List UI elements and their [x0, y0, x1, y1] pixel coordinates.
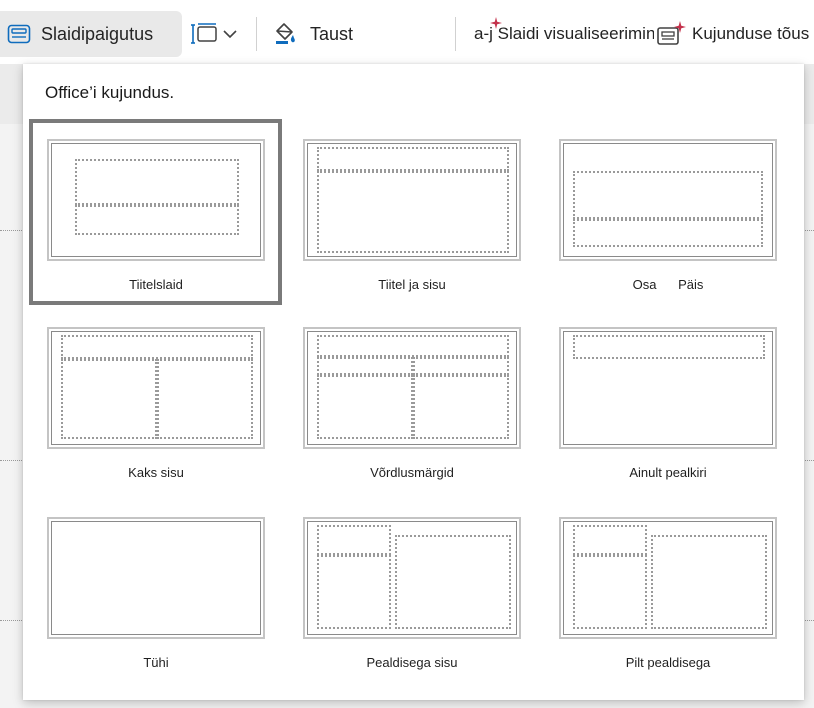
slide-thumbnail-edge	[805, 460, 814, 461]
title-placeholder	[75, 159, 239, 205]
slide-thumbnail-edge	[805, 620, 814, 621]
layout-picture-with-caption[interactable]: Pilt pealdisega	[559, 517, 777, 677]
title-placeholder	[317, 525, 391, 555]
slide-visualize-label: a-j Slaidi visualiseerimine	[474, 24, 662, 43]
title-placeholder	[573, 525, 647, 555]
layout-thumbnail	[303, 139, 521, 261]
toolbar-separator	[455, 17, 456, 51]
slide-layout-icon	[7, 24, 31, 44]
layout-thumbnail	[559, 327, 777, 449]
layout-caption: Pilt pealdisega	[625, 655, 711, 670]
layout-gallery-panel: Office’i kujundus. Tiitelslaid Tiitel ja…	[23, 64, 804, 700]
text-placeholder	[573, 219, 763, 247]
layout-comparison[interactable]: Võrdlusmärgid	[303, 327, 521, 487]
slide-layout-label: Slaidipaigutus	[41, 23, 154, 44]
layout-thumbnail	[559, 139, 777, 261]
layout-caption: Võrdlusmärgid	[370, 465, 454, 480]
layout-content-with-caption[interactable]: Pealdisega sisu	[303, 517, 521, 677]
layout-caption: Osa Päis	[632, 277, 704, 292]
layout-caption: Tühi	[143, 655, 169, 670]
sparkle-text-icon	[490, 17, 502, 29]
heading-right-placeholder	[413, 357, 509, 375]
layout-thumbnail	[303, 327, 521, 449]
layout-thumbnail	[47, 139, 265, 261]
content-right-placeholder	[413, 375, 509, 439]
layout-two-content[interactable]: Kaks sisu	[47, 327, 265, 487]
layout-caption: Pealdisega sisu	[366, 655, 458, 670]
content-right-placeholder	[157, 359, 253, 439]
caption-placeholder	[317, 555, 391, 629]
picture-placeholder	[651, 535, 767, 629]
slide-thumbnail-edge	[0, 460, 22, 461]
heading-left-placeholder	[317, 357, 413, 375]
paint-bucket-icon	[272, 22, 298, 46]
content-left-placeholder	[61, 359, 157, 439]
layout-caption: Tiitel ja sisu	[378, 277, 446, 292]
layout-caption: Tiitelslaid	[129, 277, 183, 292]
layout-thumbnail	[47, 517, 265, 639]
layout-caption: Ainult pealkiri	[629, 465, 707, 480]
layout-section-header[interactable]: Osa Päis	[559, 139, 777, 299]
title-placeholder	[573, 171, 763, 219]
subtitle-placeholder	[75, 205, 239, 235]
gallery-section-title: Office’i kujundus.	[45, 83, 175, 102]
background-label: Taust	[310, 23, 354, 44]
layout-blank[interactable]: Tühi	[47, 517, 265, 677]
slide-size-icon	[190, 22, 218, 46]
content-left-placeholder	[317, 375, 413, 439]
layout-thumbnail	[559, 517, 777, 639]
chevron-down-icon	[222, 28, 238, 40]
designer-label: Kujunduse tõus	[692, 24, 810, 43]
layout-title-only[interactable]: Ainult pealkiri	[559, 327, 777, 487]
caption-placeholder	[573, 555, 647, 629]
title-placeholder	[61, 335, 253, 359]
ribbon-toolbar: Slaidipaigutus Taust a-j Slaidi visualis…	[0, 0, 814, 64]
slide-size-button[interactable]	[190, 11, 246, 57]
layout-title-and-content[interactable]: Tiitel ja sisu	[303, 139, 521, 299]
toolbar-separator	[256, 17, 257, 51]
slide-visualize-button[interactable]: a-j Slaidi visualiseerimine	[470, 11, 662, 57]
content-placeholder	[317, 171, 509, 253]
designer-button[interactable]: Kujunduse tõus	[654, 11, 810, 57]
layout-title-slide[interactable]: Tiitelslaid	[29, 119, 282, 305]
title-placeholder	[317, 147, 509, 171]
title-placeholder	[573, 335, 765, 359]
slide-thumbnail-edge	[805, 230, 814, 231]
layout-thumbnail	[47, 327, 265, 449]
title-placeholder	[317, 335, 509, 357]
content-placeholder	[395, 535, 511, 629]
layout-thumbnail	[303, 517, 521, 639]
slide-thumbnail-edge	[0, 230, 22, 231]
layout-caption: Kaks sisu	[128, 465, 184, 480]
background-button[interactable]: Taust	[272, 11, 353, 57]
slide-layout-button[interactable]: Slaidipaigutus	[0, 11, 182, 57]
designer-sparkle-icon	[656, 21, 686, 47]
slide-thumbnail-edge	[0, 620, 22, 621]
